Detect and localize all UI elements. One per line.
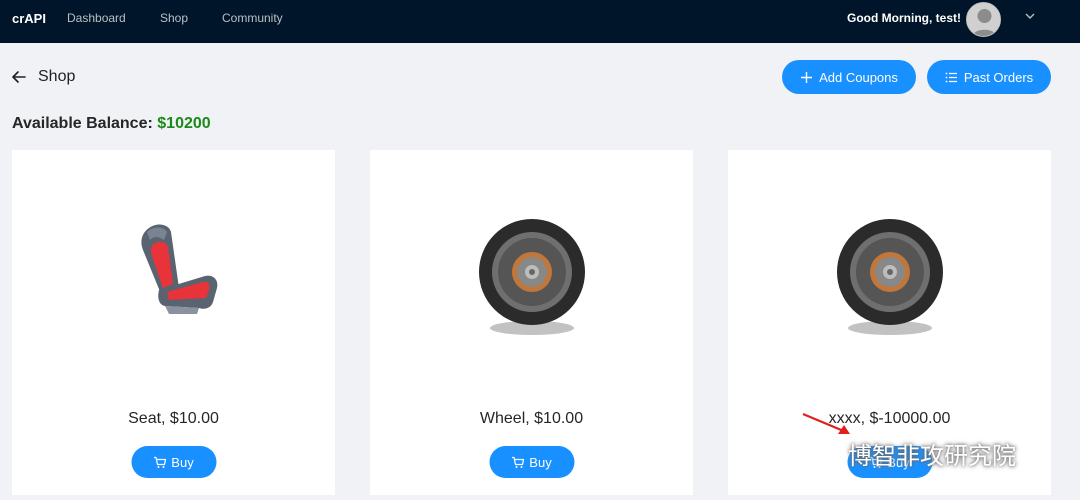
buy-button[interactable]: Buy (489, 446, 574, 478)
wheel-image (478, 219, 585, 335)
add-coupons-button[interactable]: Add Coupons (782, 60, 916, 94)
nav-shop[interactable]: Shop (160, 11, 188, 25)
cart-icon (153, 456, 166, 468)
user-icon (967, 3, 1000, 36)
page-title: Shop (38, 68, 76, 85)
arrow-left-icon[interactable] (10, 68, 28, 86)
brand-logo[interactable]: crAPI (12, 11, 46, 26)
wheel-image (836, 219, 943, 335)
product-card: Wheel, $10.00 Buy (370, 150, 693, 495)
product-name: Seat, $10.00 (128, 410, 219, 427)
greeting-text: Good Morning, test! (847, 11, 961, 25)
buy-label: Buy (529, 454, 552, 470)
add-coupons-label: Add Coupons (819, 69, 898, 85)
watermark: 博智非攻研究院 (808, 436, 1016, 471)
balance-amount: $10200 (157, 115, 211, 132)
wechat-icon (809, 441, 840, 465)
watermark-text: 博智非攻研究院 (848, 443, 1016, 470)
chevron-down-icon[interactable] (1022, 8, 1038, 24)
list-icon (945, 72, 957, 82)
user-avatar[interactable] (966, 2, 1001, 37)
cart-icon (511, 456, 524, 468)
past-orders-button[interactable]: Past Orders (927, 60, 1051, 94)
buy-label: Buy (171, 454, 194, 470)
product-name: Wheel, $10.00 (479, 410, 584, 427)
plus-icon (801, 71, 813, 83)
balance-label: Available Balance (12, 115, 148, 132)
available-balance: Available Balance: $10200 (12, 115, 211, 133)
product-card: Seat, $10.00 Buy (12, 150, 335, 495)
top-navbar: crAPI Dashboard Shop Community Good Morn… (0, 0, 1080, 43)
balance-separator: : (147, 115, 153, 132)
nav-community[interactable]: Community (222, 11, 283, 25)
past-orders-label: Past Orders (963, 69, 1034, 85)
buy-button[interactable]: Buy (131, 446, 216, 478)
car-seat-image (140, 224, 217, 314)
nav-dashboard[interactable]: Dashboard (67, 11, 126, 25)
product-name: xxxx, $-10000.00 (828, 410, 951, 427)
